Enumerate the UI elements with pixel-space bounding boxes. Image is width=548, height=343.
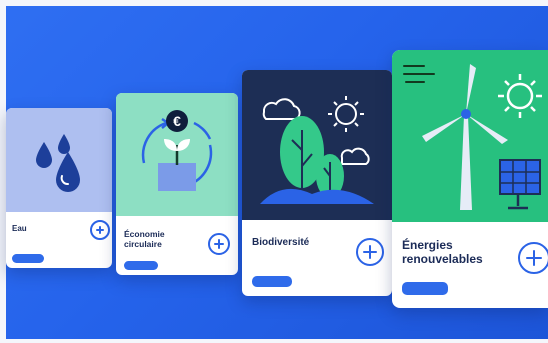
water-drops-icon (6, 108, 112, 212)
add-icon[interactable] (356, 238, 384, 266)
circular-economy-icon: € (116, 93, 238, 216)
card-pill[interactable] (12, 254, 44, 263)
frame-bottom (0, 339, 548, 343)
card-title: Eau (12, 224, 27, 233)
card-economie-circulaire[interactable]: € Économie circulaire (116, 93, 238, 275)
frame-top (0, 0, 548, 6)
card-title: Économie circulaire (124, 229, 165, 250)
card-title: Énergies renouvelables (402, 238, 483, 267)
card-pill[interactable] (124, 261, 158, 270)
trees-icon (242, 70, 392, 220)
card-pill[interactable] (402, 282, 448, 295)
card-pill[interactable] (252, 276, 292, 287)
wind-turbine-icon (392, 50, 548, 222)
add-icon[interactable] (208, 233, 230, 255)
card-biodiversite[interactable]: Biodiversité (242, 70, 392, 296)
card-energies-renouvelables[interactable]: Énergies renouvelables (392, 50, 548, 308)
euro-coin-icon: € (173, 113, 181, 129)
card-title: Biodiversité (252, 237, 310, 248)
add-icon[interactable] (90, 220, 110, 240)
add-icon[interactable] (518, 242, 548, 274)
card-eau[interactable]: Eau (6, 108, 112, 268)
